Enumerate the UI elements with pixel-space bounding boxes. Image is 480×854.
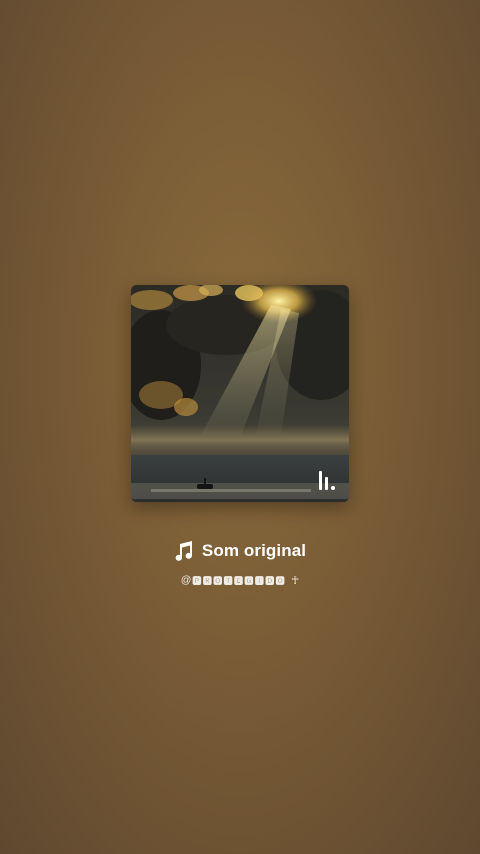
audio-bars-icon xyxy=(319,470,337,490)
album-cover[interactable] xyxy=(131,285,349,502)
track-title-row[interactable]: Som original xyxy=(0,538,480,564)
track-title: Som original xyxy=(201,541,307,560)
handle-name: 🅿🆁🅾🆃🅴🅶🅸🅳🅾 xyxy=(192,575,287,586)
artist-handle[interactable]: @ 🅿🆁🅾🆃🅴🅶🅸🅳🅾 ☥ xyxy=(0,571,480,589)
music-note-icon xyxy=(175,541,192,561)
handle-suffix: ☥ xyxy=(291,574,300,587)
handle-prefix: @ xyxy=(180,574,192,586)
cover-image xyxy=(131,285,349,502)
